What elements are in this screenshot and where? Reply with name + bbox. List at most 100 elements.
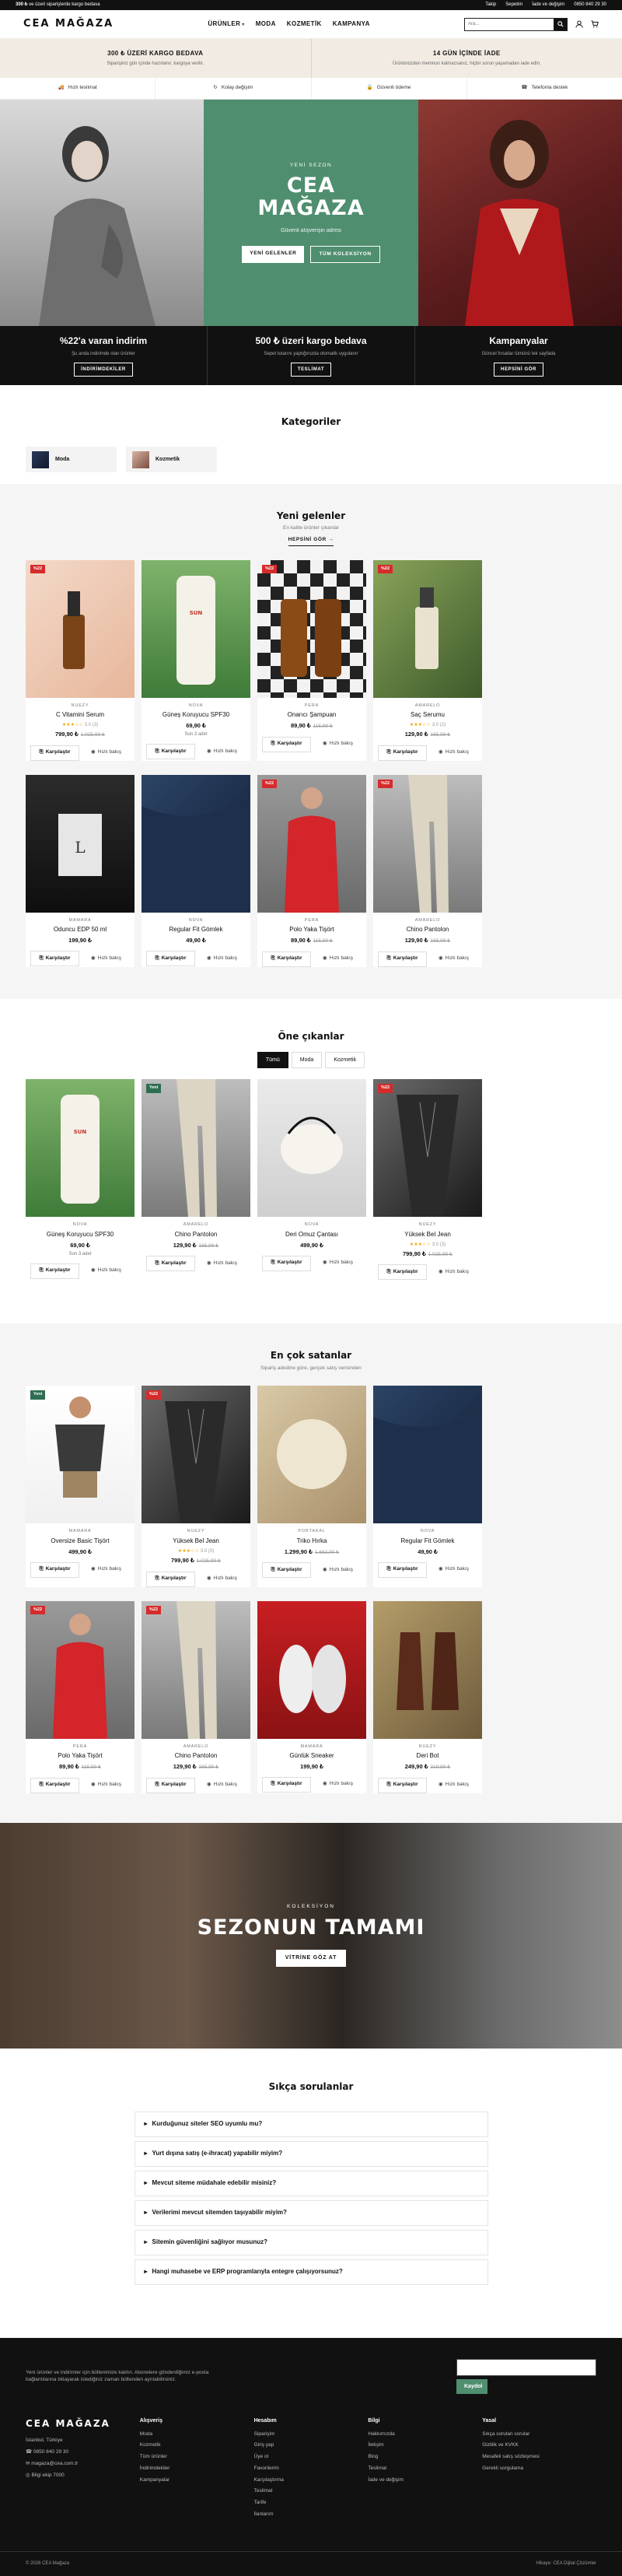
product-image[interactable]: SUN [26, 1079, 135, 1217]
nav-fashion[interactable]: MODA [256, 20, 276, 29]
top-link-track[interactable]: Takip [485, 2, 496, 8]
product-name[interactable]: Yüksek Bel Jean [146, 1537, 246, 1546]
footer-link[interactable]: Tarife [254, 2500, 369, 2507]
tab-fashion[interactable]: Moda [292, 1052, 323, 1068]
quick-view-button[interactable]: ◉Hızlı bakış [82, 745, 130, 761]
all-collection-button[interactable]: TÜM KOLEKSİYON [310, 246, 379, 264]
product-image[interactable] [373, 1601, 482, 1739]
product-card[interactable]: %22PERAOnarıcı Şampuan89,90 ₺115,99 ₺⎘Ka… [257, 560, 366, 761]
quick-view-button[interactable]: ◉Hızlı bakış [82, 1562, 130, 1578]
product-card[interactable]: %22NUEZYYüksek Bel Jean★★★☆☆3.0 (3)799,9… [142, 1386, 250, 1586]
product-card[interactable]: NOVARegular Fit Gömlek49,90 ₺⎘Karşılaştı… [142, 775, 250, 967]
product-image[interactable]: %22 [26, 1601, 135, 1739]
site-logo[interactable]: CEA MAĞAZA [23, 17, 114, 31]
compare-button[interactable]: ⎘Karşılaştır [146, 1572, 195, 1587]
compare-button[interactable]: ⎘Karşılaştır [262, 737, 311, 752]
footer-link[interactable]: Hakkımızda [368, 2431, 482, 2438]
compare-button[interactable]: ⎘Karşılaştır [262, 1256, 311, 1271]
product-name[interactable]: Deri Omuz Çantası [262, 1231, 362, 1239]
product-card[interactable]: %22AMARELOChino Pantolon129,90 ₺165,99 ₺… [373, 775, 482, 967]
product-name[interactable]: Polo Yaka Tişört [30, 1752, 130, 1761]
product-image[interactable]: %22 [373, 560, 482, 698]
quick-view-button[interactable]: ◉Hızlı bakış [314, 737, 362, 752]
quick-view-button[interactable]: ◉Hızlı bakış [314, 952, 362, 967]
quick-view-button[interactable]: ◉Hızlı bakış [314, 1256, 362, 1271]
product-name[interactable]: Saç Serumu [378, 711, 477, 720]
product-image[interactable] [373, 1386, 482, 1523]
product-name[interactable]: Onarıcı Şampuan [262, 711, 362, 720]
footer-link[interactable]: Siparişim [254, 2431, 369, 2438]
compare-button[interactable]: ⎘Karşılaştır [146, 1256, 195, 1271]
search-button[interactable] [554, 19, 567, 30]
compare-button[interactable]: ⎘Karşılaştır [30, 1562, 79, 1578]
product-image[interactable]: %22 [257, 560, 366, 698]
product-name[interactable]: Regular Fit Gömlek [146, 926, 246, 934]
product-image[interactable] [257, 1601, 366, 1739]
discounted-button[interactable]: İNDİRİMDEKİLER [74, 363, 133, 377]
footer-link[interactable]: Mesafeli satış sözleşmesi [482, 2454, 596, 2461]
footer-link[interactable]: Sıkça sorulan sorular [482, 2431, 596, 2438]
tab-all[interactable]: Tümü [257, 1052, 288, 1068]
compare-button[interactable]: ⎘Karşılaştır [30, 1263, 79, 1279]
compare-button[interactable]: ⎘Karşılaştır [30, 745, 79, 761]
see-all-link[interactable]: HEPSİNİ GÖR → [288, 537, 334, 546]
product-name[interactable]: Oduncu EDP 50 ml [30, 926, 130, 934]
product-image[interactable] [257, 1079, 366, 1217]
compare-button[interactable]: ⎘Karşılaştır [146, 744, 195, 759]
product-name[interactable]: C Vitamini Serum [30, 711, 130, 720]
footer-link[interactable]: Blog [368, 2454, 482, 2461]
credit-link[interactable]: Hikaye: CEA Dijital Çözümler [536, 2560, 596, 2567]
footer-link[interactable]: Tüm ürünler [140, 2454, 254, 2461]
product-name[interactable]: Triko Hırka [262, 1537, 362, 1546]
product-name[interactable]: Günlük Sneaker [262, 1752, 362, 1761]
footer-email[interactable]: ✉ magaza@cea.com.tr [26, 2461, 140, 2468]
product-image[interactable]: %22 [373, 1079, 482, 1217]
compare-button[interactable]: ⎘Karşılaştır [378, 1264, 427, 1280]
delivery-button[interactable]: TESLİMAT [291, 363, 331, 377]
subscribe-button[interactable]: Kaydol [456, 2379, 487, 2394]
quick-view-button[interactable]: ◉Hızlı bakış [430, 1264, 477, 1280]
faq-question[interactable]: ▸Hangi muhasebe ve ERP programlarıyla en… [135, 2259, 488, 2285]
browse-showcase-button[interactable]: VİTRİNE GÖZ AT [276, 1950, 346, 1966]
product-card[interactable]: MAMARAGünlük Sneaker199,90 ₺⎘Karşılaştır… [257, 1601, 366, 1793]
top-link-cart[interactable]: Sepetim [505, 2, 522, 8]
product-name[interactable]: Deri Bot [378, 1752, 477, 1761]
product-name[interactable]: Yüksek Bel Jean [378, 1231, 477, 1239]
compare-button[interactable]: ⎘Karşılaştır [30, 951, 79, 966]
product-image[interactable]: %22 [26, 560, 135, 698]
product-image[interactable]: %22 [257, 775, 366, 913]
quick-view-button[interactable]: ◉Hızlı bakış [198, 744, 246, 759]
quick-view-button[interactable]: ◉Hızlı bakış [198, 1778, 246, 1793]
product-card[interactable]: SUNNOVAGüneş Koruyucu SPF3069,90 ₺Son 3 … [26, 1079, 135, 1280]
product-image[interactable]: Yeni [26, 1386, 135, 1523]
product-name[interactable]: Güneş Koruyucu SPF30 [30, 1231, 130, 1239]
footer-link[interactable]: Favorilerim [254, 2466, 369, 2473]
footer-link[interactable]: İletişim [368, 2442, 482, 2449]
compare-button[interactable]: ⎘Karşılaştır [262, 1777, 311, 1793]
compare-button[interactable]: ⎘Karşılaştır [146, 951, 195, 966]
user-icon[interactable] [575, 20, 583, 28]
quick-view-button[interactable]: ◉Hızlı bakış [430, 952, 477, 967]
product-card[interactable]: PORTAKALTriko Hırka1.299,90 ₺1.663,99 ₺⎘… [257, 1386, 366, 1586]
quick-view-button[interactable]: ◉Hızlı bakış [82, 1778, 130, 1793]
quick-view-button[interactable]: ◉Hızlı bakış [430, 745, 477, 761]
faq-question[interactable]: ▸Kurduğunuz siteler SEO uyumlu mu? [135, 2112, 488, 2137]
quick-view-button[interactable]: ◉Hızlı bakış [198, 1572, 246, 1587]
see-all-button[interactable]: HEPSİNİ GÖR [494, 363, 543, 377]
product-card[interactable]: YeniAMARELOChino Pantolon129,90 ₺165,99 … [142, 1079, 250, 1280]
quick-view-button[interactable]: ◉Hızlı bakış [430, 1562, 477, 1578]
top-phone[interactable]: 0850 840 29 30 [574, 2, 606, 8]
quick-view-button[interactable]: ◉Hızlı bakış [198, 951, 246, 966]
product-card[interactable]: %22PERAPolo Yaka Tişört89,90 ₺115,99 ₺⎘K… [26, 1601, 135, 1793]
category-cosmetics[interactable]: Kozmetik [126, 447, 217, 472]
faq-question[interactable]: ▸Yurt dışına satış (e-ihracat) yapabilir… [135, 2141, 488, 2167]
footer-logo[interactable]: CEA MAĞAZA [26, 2417, 140, 2430]
new-arrivals-button[interactable]: YENİ GELENLER [242, 246, 304, 264]
product-name[interactable]: Regular Fit Gömlek [378, 1537, 477, 1546]
product-image[interactable] [142, 775, 250, 913]
footer-link[interactable]: Moda [140, 2431, 254, 2438]
product-card[interactable]: %22AMARELOChino Pantolon129,90 ₺165,99 ₺… [142, 1601, 250, 1793]
product-name[interactable]: Güneş Koruyucu SPF30 [146, 711, 246, 720]
product-card[interactable]: LMAMARAOduncu EDP 50 ml199,90 ₺⎘Karşılaş… [26, 775, 135, 967]
faq-question[interactable]: ▸Sitemin güvenliğini sağlıyor musunuz? [135, 2230, 488, 2255]
